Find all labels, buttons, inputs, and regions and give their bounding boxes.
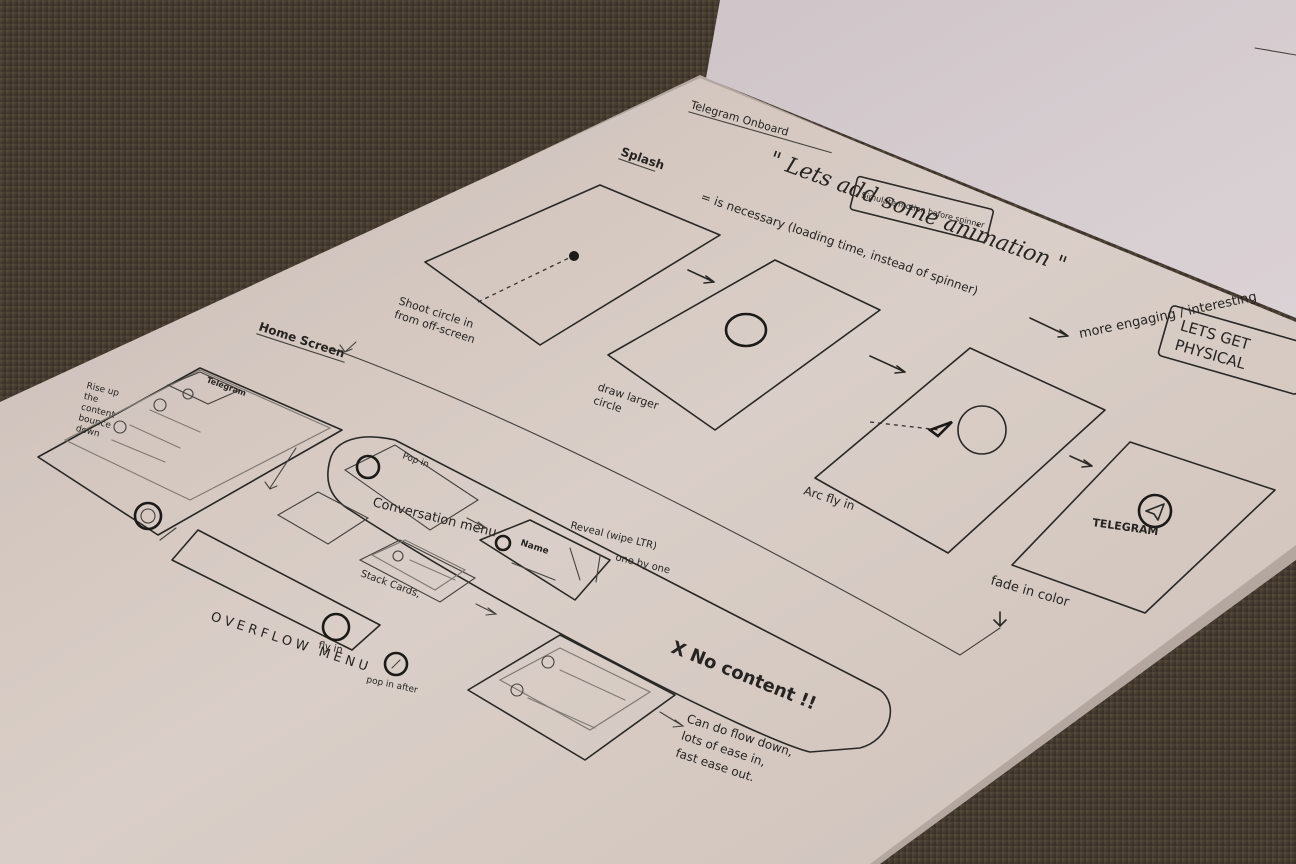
vignette [0,0,1296,864]
photo-scene: Telegram Onboard " Lets add some animati… [0,0,1296,864]
